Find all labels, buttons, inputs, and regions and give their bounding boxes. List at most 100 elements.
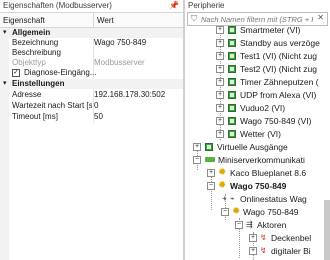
periphery-panel: Peripherie ⛉ ✕ + Smartmeter (VI) + Stand… — [185, 0, 330, 260]
tree-item-label: Onlinestatus Wag — [240, 194, 307, 204]
tree-item-label: Miniserverkommunikati — [218, 155, 305, 165]
diagnose-checkbox[interactable]: ✓ — [12, 69, 20, 77]
collapse-toggle[interactable]: − — [207, 182, 215, 190]
tree-item-label: Smartmeter (VI) — [240, 25, 301, 35]
tree-item-test1[interactable]: + Test1 (VI) (Nicht zug — [185, 50, 330, 62]
tree-item-wago-sub[interactable]: − Wago 750-849 — [185, 206, 330, 218]
property-row-bezeichnung[interactable]: Bezeichnung Wago 750-849 — [0, 38, 183, 48]
filter-icon: ⛉ — [191, 14, 197, 23]
property-key: Objekttyp — [12, 58, 46, 67]
tree-item-timer[interactable]: + Timer Zähneputzen ( — [185, 76, 330, 88]
tree-item-label: Wetter (VI) — [240, 129, 281, 139]
digital-output-icon: ↯ — [260, 233, 267, 242]
collapse-icon[interactable]: ▾ — [3, 79, 7, 89]
property-row-wartezeit[interactable]: Wartezeit nach Start [s] 0 — [0, 101, 183, 111]
section-allgemein[interactable]: ▾ Allgemein — [0, 28, 183, 38]
tree-item-label: UDP from Alexa (VI) — [240, 90, 317, 100]
tree-item-smartmeter[interactable]: + Smartmeter (VI) — [185, 24, 330, 36]
expand-toggle[interactable]: + — [216, 117, 224, 125]
property-key: Bezeichnung — [12, 38, 59, 47]
tree-item-onlinestatus[interactable]: + ⌁ Onlinestatus Wag — [185, 193, 330, 205]
tree-item-label: Wago 750-849 — [243, 207, 299, 217]
section-einstellungen[interactable]: ▾ Einstellungen — [0, 79, 183, 89]
tree-item-vuduo2[interactable]: + Vuduo2 (VI) — [185, 102, 330, 114]
property-value[interactable]: Wago 750-849 — [94, 38, 182, 48]
properties-column-header: Eigenschaft Wert — [0, 13, 183, 28]
property-key: Diagnose-Eingäng... — [24, 68, 97, 77]
virtual-input-icon — [228, 78, 236, 86]
collapse-icon[interactable]: ▾ — [3, 28, 7, 38]
tree-item-virtual-outputs[interactable]: + Virtuelle Ausgänge — [185, 141, 330, 153]
modbus-device-icon — [218, 180, 226, 192]
property-row-timeout[interactable]: Timeout [ms] 50 — [0, 112, 183, 122]
virtual-input-icon — [228, 130, 236, 138]
tree-item-label: Standby aus verzöge — [240, 38, 320, 48]
expand-toggle[interactable]: + — [216, 52, 224, 60]
property-key: Wartezeit nach Start [s] — [12, 101, 92, 110]
tree-item-aktoren[interactable]: − ⇶ Aktoren — [185, 219, 330, 231]
tree-item-label: Test2 (VI) (Nicht zug — [240, 64, 317, 74]
collapse-toggle[interactable]: − — [221, 208, 229, 216]
section-label: Allgemein — [12, 28, 51, 37]
property-value[interactable]: 0 — [94, 101, 182, 111]
virtual-input-icon — [228, 91, 236, 99]
tree-item-kaco[interactable]: + Kaco Blueplanet 8.6 — [185, 167, 330, 179]
tree-item-deckenbel[interactable]: + ↯ Deckenbel — [185, 232, 330, 244]
tree-item-standby[interactable]: + Standby aus verzöge — [185, 37, 330, 49]
tree-item-miniserver-comm[interactable]: − Miniserverkommunikati — [185, 154, 330, 166]
network-device-icon — [205, 157, 215, 162]
tree-item-label: Vuduo2 (VI) — [240, 103, 286, 113]
expand-toggle[interactable]: + — [207, 169, 215, 177]
expand-toggle[interactable]: + — [216, 39, 224, 47]
digital-output-icon: ↯ — [260, 246, 267, 255]
property-key: Adresse — [12, 90, 42, 99]
collapse-toggle[interactable]: − — [193, 156, 201, 164]
column-header-value[interactable]: Wert — [93, 13, 114, 28]
tree-item-wago-vi[interactable]: + Wago 750-849 (VI) — [185, 115, 330, 127]
tree-item-wago-modbus[interactable]: − Wago 750-849 — [185, 180, 330, 192]
property-row-objekttyp: Objekttyp Modbusserver — [0, 58, 183, 68]
property-key: Beschreibung — [12, 48, 61, 57]
tree-item-wetter[interactable]: + Wetter (VI) — [185, 128, 330, 140]
actuator-icon: ⇶ — [246, 220, 253, 229]
vertical-scrollbar[interactable] — [324, 200, 330, 260]
tree-item-label: Deckenbel — [271, 233, 312, 243]
virtual-input-icon — [228, 104, 236, 112]
virtual-input-icon — [228, 117, 236, 125]
modbus-device-icon — [232, 206, 240, 218]
column-header-property[interactable]: Eigenschaft — [3, 13, 45, 28]
collapse-toggle[interactable]: − — [235, 221, 243, 229]
property-row-adresse[interactable]: Adresse 192.168.178.30:502 — [0, 90, 183, 100]
expand-toggle[interactable]: + — [249, 234, 257, 242]
tree-item-label: Wago 750-849 (VI) — [240, 116, 312, 126]
expand-toggle[interactable]: + — [216, 91, 224, 99]
property-value[interactable]: 50 — [94, 112, 182, 122]
tree-item-label: Timer Zähneputzen ( — [240, 77, 319, 87]
tree-item-digitaler[interactable]: + ↯ digitaler Bi — [185, 245, 330, 257]
app-root: Eigenschaften (Modbusserver) 📌 Eigenscha… — [0, 0, 330, 260]
expand-toggle[interactable]: + — [249, 247, 257, 255]
tree-item-label: Test1 (VI) (Nicht zug — [240, 51, 317, 61]
virtual-output-icon — [205, 143, 213, 151]
property-row-beschreibung[interactable]: Beschreibung — [0, 48, 183, 58]
expand-toggle[interactable]: + — [216, 26, 224, 34]
pin-icon[interactable]: 📌 — [169, 0, 179, 12]
expand-toggle[interactable]: + — [216, 130, 224, 138]
tree-item-test2[interactable]: + Test2 (VI) (Nicht zug — [185, 63, 330, 75]
properties-title-text: Eigenschaften (Modbusserver) — [3, 1, 112, 10]
signal-icon: ⌁ — [230, 194, 235, 203]
virtual-input-icon — [228, 39, 236, 47]
expand-toggle[interactable]: + — [216, 78, 224, 86]
virtual-input-icon — [228, 26, 236, 34]
property-value[interactable]: 192.168.178.30:502 — [94, 90, 182, 100]
tree-item-udp-alexa[interactable]: + UDP from Alexa (VI) — [185, 89, 330, 101]
expand-toggle[interactable]: + — [216, 104, 224, 112]
virtual-input-icon — [228, 52, 236, 60]
section-label: Einstellungen — [12, 79, 65, 88]
property-row-diagnose[interactable]: ✓ Diagnose-Eingäng... — [0, 68, 183, 78]
expand-toggle[interactable]: + — [216, 65, 224, 73]
expand-toggle[interactable]: + — [193, 143, 201, 151]
clear-filter-icon[interactable]: ✕ — [317, 13, 324, 22]
properties-panel: Eigenschaften (Modbusserver) 📌 Eigenscha… — [0, 0, 183, 260]
filter-input[interactable] — [201, 14, 313, 24]
